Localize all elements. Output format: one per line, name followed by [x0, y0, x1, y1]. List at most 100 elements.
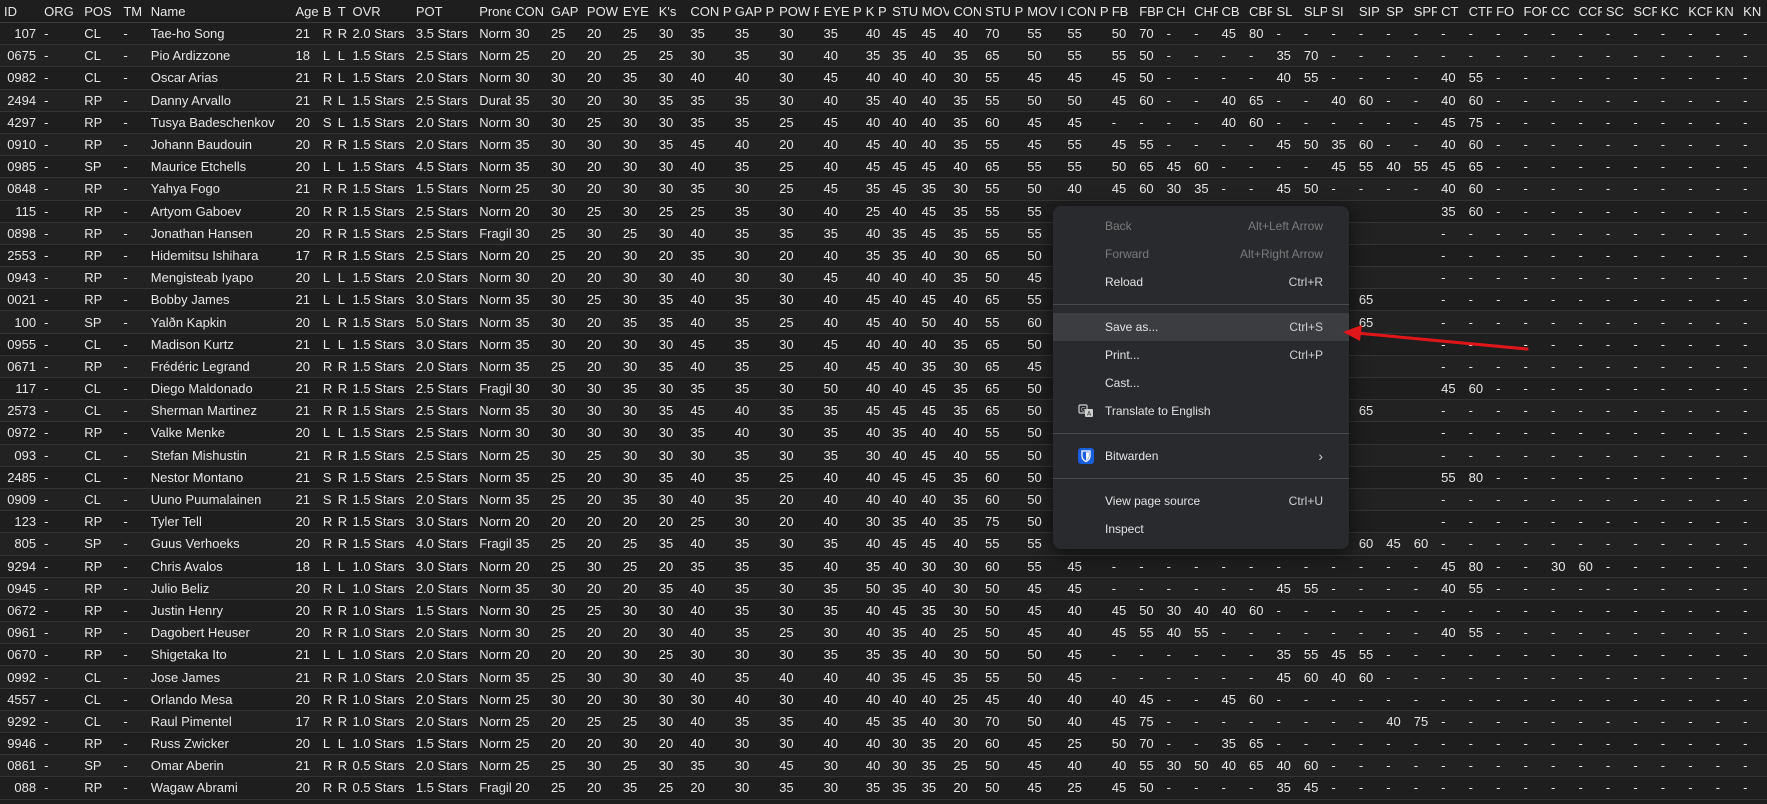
- column-header[interactable]: OVR: [348, 0, 412, 23]
- menu-item-view-source[interactable]: View page source Ctrl+U: [1053, 487, 1349, 515]
- table-row[interactable]: 115- RP - Artyom Gaboev 20 R R 1.5 Stars 2.5 Sta…: [0, 200, 1767, 223]
- menu-item-forward[interactable]: Forward Alt+Right Arrow: [1053, 240, 1349, 268]
- column-header[interactable]: GAP: [547, 0, 583, 23]
- column-header[interactable]: K's: [654, 0, 687, 23]
- column-header[interactable]: CHP: [1190, 0, 1218, 23]
- column-header[interactable]: SI: [1327, 0, 1355, 23]
- column-header[interactable]: KC: [1656, 0, 1685, 23]
- column-header[interactable]: Prone: [475, 0, 512, 23]
- column-header[interactable]: POW P: [775, 0, 820, 23]
- table-row[interactable]: 0861- SP - Omar Aberin 21 R R 0.5 Stars 2.0 Star…: [0, 754, 1767, 778]
- table-row[interactable]: 0910- RP - Johann Baudouin 20 R R 1.5 Stars 2.0 …: [0, 133, 1767, 157]
- table-cell: -: [1629, 66, 1657, 90]
- table-row[interactable]: 0898- RP - Jonathan Hansen 20 R R 1.5 Stars 2.5 …: [0, 222, 1767, 245]
- table-row[interactable]: 0961- RP - Dagobert Heuser 20 R R 1.0 Stars 2.0 …: [0, 621, 1767, 645]
- table-cell: 40: [949, 444, 982, 467]
- column-header[interactable]: CB: [1217, 0, 1245, 23]
- column-header[interactable]: EYE: [618, 0, 655, 23]
- column-header[interactable]: K P: [861, 0, 889, 23]
- column-header[interactable]: CC: [1546, 0, 1575, 23]
- table-row[interactable]: 0982- CL - Oscar Arias 21 R L 1.5 Stars 2.0 Star…: [0, 66, 1767, 90]
- table-row[interactable]: 0675- CL - Pio Ardizzone 18 L L 1.5 Stars 2.5 St…: [0, 44, 1767, 68]
- column-header[interactable]: SC: [1601, 0, 1630, 23]
- menu-item-translate[interactable]: GA Translate to English: [1053, 397, 1349, 425]
- table-row[interactable]: 0848- RP - Yahya Fogo 21 R R 1.5 Stars 1.5 Stars…: [0, 177, 1767, 201]
- column-header[interactable]: CON: [511, 0, 548, 23]
- column-header[interactable]: CCP: [1574, 0, 1602, 23]
- column-header[interactable]: KN: [1711, 0, 1740, 23]
- column-header[interactable]: ORG: [40, 0, 81, 23]
- table-row[interactable]: 0671- RP - Frédéric Legrand 20 R R 1.5 Stars 2.0…: [0, 355, 1767, 379]
- table-row[interactable]: 2573- CL - Sherman Martinez 21 R R 1.5 Stars 2.5…: [0, 399, 1767, 423]
- column-header[interactable]: CON P: [1063, 0, 1108, 23]
- table-row[interactable]: 2494- RP - Danny Arvallo 21 R L 1.5 Stars 2.5 St…: [0, 89, 1767, 112]
- table-row[interactable]: 117- CL - Diego Maldonado 21 R R 1.5 Stars 2.5 S…: [0, 377, 1767, 401]
- table-row[interactable]: 0672- RP - Justin Henry 20 R R 1.0 Stars 1.5 Sta…: [0, 599, 1767, 623]
- column-header[interactable]: CH: [1162, 0, 1191, 23]
- table-row[interactable]: 9946- RP - Russ Zwicker 20 L L 1.0 Stars 1.5 Sta…: [0, 732, 1767, 756]
- column-header[interactable]: KN: [1739, 0, 1767, 23]
- column-header[interactable]: CON P: [686, 0, 731, 23]
- column-header[interactable]: KCP: [1684, 0, 1712, 23]
- table-row[interactable]: 107- CL - Tae-ho Song 21 R R 2.0 Stars 3.5 Stars…: [0, 22, 1767, 46]
- menu-item-reload[interactable]: Reload Ctrl+R: [1053, 268, 1349, 296]
- table-row[interactable]: 123- RP - Tyler Tell 20 R R 1.5 Stars 3.0 Stars N…: [0, 510, 1767, 534]
- table-row[interactable]: 0955- CL - Madison Kurtz 21 L L 1.5 Stars 3.0 St…: [0, 333, 1767, 356]
- menu-item-print[interactable]: Print... Ctrl+P: [1053, 341, 1349, 369]
- table-row[interactable]: 2553- RP - Hidemitsu Ishihara 17 R R 1.5 Stars 2…: [0, 244, 1767, 268]
- column-header[interactable]: TM: [119, 0, 147, 23]
- column-header[interactable]: Name: [146, 0, 292, 23]
- table-row[interactable]: 088- RP - Wagaw Abrami 20 R R 0.5 Stars 1.5 Star…: [0, 776, 1767, 800]
- table-row[interactable]: 9294- RP - Chris Avalos 18 L L 1.0 Stars 3.0 Sta…: [0, 555, 1767, 578]
- column-header[interactable]: POW: [582, 0, 619, 23]
- column-header[interactable]: SP: [1382, 0, 1410, 23]
- column-header[interactable]: POT: [411, 0, 476, 23]
- table-row[interactable]: 0985- SP - Maurice Etchells 20 L L 1.5 Stars 4.5…: [0, 155, 1767, 179]
- table-cell: R: [333, 377, 349, 401]
- table-row[interactable]: 0909- CL - Uuno Puumalainen 21 S R 1.5 Stars 2.0…: [0, 488, 1767, 512]
- table-row[interactable]: 100- SP - Yalðn Kapkin 20 L R 1.5 Stars 5.0 Star…: [0, 310, 1767, 334]
- column-header[interactable]: MOV P: [1023, 0, 1064, 23]
- column-header[interactable]: EYE P: [819, 0, 862, 23]
- table-row[interactable]: 0992- CL - Jose James 21 R R 1.0 Stars 2.0 Stars…: [0, 665, 1767, 689]
- column-header[interactable]: GAP P: [730, 0, 776, 23]
- column-header[interactable]: POS: [80, 0, 120, 23]
- table-row[interactable]: 4557- CL - Orlando Mesa 20 R R 1.0 Stars 2.0 Sta…: [0, 688, 1767, 711]
- column-header[interactable]: STU P: [981, 0, 1024, 23]
- column-header[interactable]: FOP: [1519, 0, 1547, 23]
- column-header[interactable]: CBP: [1245, 0, 1273, 23]
- column-header[interactable]: FO: [1492, 0, 1520, 23]
- menu-item-cast[interactable]: Cast...: [1053, 369, 1349, 397]
- column-header[interactable]: SL: [1272, 0, 1300, 23]
- table-row[interactable]: 9292- CL - Raul Pimentel 17 R R 1.0 Stars 2.0 St…: [0, 710, 1767, 734]
- column-header[interactable]: B: [318, 0, 334, 23]
- column-header[interactable]: SLP: [1299, 0, 1328, 23]
- table-row[interactable]: 4297- RP - Tusya Badeschenkov 20 S L 1.5 Stars 2…: [0, 111, 1767, 134]
- column-header[interactable]: CT: [1437, 0, 1465, 23]
- column-header[interactable]: MOV: [917, 0, 950, 23]
- column-header[interactable]: Age: [291, 0, 319, 23]
- menu-item-back[interactable]: Back Alt+Left Arrow: [1053, 212, 1349, 240]
- column-header[interactable]: SIP: [1354, 0, 1383, 23]
- column-header[interactable]: FB: [1107, 0, 1136, 23]
- column-header[interactable]: CON: [949, 0, 982, 23]
- column-header[interactable]: STU: [888, 0, 918, 23]
- column-header[interactable]: T: [333, 0, 349, 23]
- table-row[interactable]: 0943- RP - Mengisteab Iyapo 20 L L 1.5 Stars 2.0…: [0, 266, 1767, 290]
- menu-item-bitwarden[interactable]: Bitwarden ›: [1053, 442, 1349, 470]
- table-row[interactable]: 0670- RP - Shigetaka Ito 21 L L 1.0 Stars 2.0 St…: [0, 643, 1767, 667]
- column-header[interactable]: SPP: [1409, 0, 1438, 23]
- table-row[interactable]: 0021- RP - Bobby James 21 L L 1.5 Stars 3.0 Star…: [0, 288, 1767, 312]
- column-header[interactable]: ID: [0, 0, 41, 23]
- menu-item-inspect[interactable]: Inspect: [1053, 515, 1349, 543]
- column-header[interactable]: FBP: [1135, 0, 1163, 23]
- column-header[interactable]: CTP: [1464, 0, 1493, 23]
- table-row[interactable]: 0972- RP - Valke Menke 20 L L 1.5 Stars 2.5 Star…: [0, 421, 1767, 445]
- table-row[interactable]: 2485- CL - Nestor Montano 21 S R 1.5 Stars 2.5 S…: [0, 466, 1767, 489]
- table-row[interactable]: 093- CL - Stefan Mishustin 21 R R 1.5 Stars 2.5 …: [0, 444, 1767, 467]
- column-header[interactable]: SCP: [1629, 0, 1657, 23]
- table-cell: -: [1190, 555, 1218, 578]
- table-row[interactable]: 805- SP - Guus Verhoeks 20 R R 1.5 Stars 4.0 Sta…: [0, 532, 1767, 556]
- table-row[interactable]: 0945- RP - Julio Beliz 20 R L 1.0 Stars 2.0 Star…: [0, 577, 1767, 600]
- menu-item-save-as[interactable]: Save as... Ctrl+S: [1053, 313, 1349, 341]
